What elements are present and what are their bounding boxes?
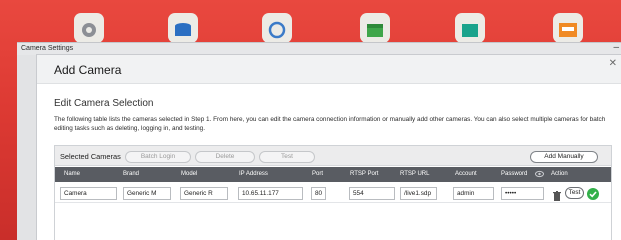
ip-address-input[interactable]: 10.65.11.177 <box>238 187 303 200</box>
check-circle-icon <box>587 187 599 205</box>
window-close-icon[interactable]: – <box>613 43 619 53</box>
account-input[interactable]: admin <box>453 187 494 200</box>
table-row: Camera Generic M Generic R 10.65.11.177 … <box>55 183 611 203</box>
table-header: Name Brand Model IP Address Port RTSP Po… <box>55 167 611 182</box>
store-app-icon[interactable] <box>553 13 583 43</box>
selected-cameras-panel: Selected Cameras Batch Login Delete Test… <box>54 145 612 240</box>
col-action: Action <box>551 171 568 177</box>
col-rtsp-port: RTSP Port <box>350 171 379 177</box>
name-input[interactable]: Camera <box>60 187 117 200</box>
rtsp-url-input[interactable]: /live1.sdp <box>400 187 437 200</box>
col-brand: Brand <box>123 171 140 177</box>
storage-app-icon[interactable] <box>168 13 198 43</box>
dialog-header: Add Camera ✕ <box>37 55 621 84</box>
add-manually-button[interactable]: Add Manually <box>530 151 598 163</box>
eye-icon[interactable] <box>535 170 544 180</box>
batch-login-button[interactable]: Batch Login <box>125 151 191 163</box>
section-title: Edit Camera Selection <box>54 98 154 109</box>
section-description: The following table lists the cameras se… <box>54 116 606 132</box>
calendar-app-icon[interactable] <box>360 13 390 43</box>
files-app-icon[interactable] <box>455 13 485 43</box>
row-test-button[interactable]: Test <box>565 187 584 199</box>
col-model: Model <box>181 171 198 177</box>
model-select[interactable]: Generic R <box>180 187 228 200</box>
close-icon[interactable]: ✕ <box>609 58 617 69</box>
rtsp-port-input[interactable]: 554 <box>349 187 395 200</box>
password-input[interactable]: ••••• <box>501 187 544 200</box>
col-ip-address: IP Address <box>239 171 268 177</box>
col-account: Account <box>455 171 477 177</box>
test-button[interactable]: Test <box>259 151 315 163</box>
add-camera-dialog: Add Camera ✕ Edit Camera Selection The f… <box>36 54 621 240</box>
brand-select[interactable]: Generic M <box>123 187 171 200</box>
delete-button[interactable]: Delete <box>195 151 255 163</box>
dialog-title: Add Camera <box>54 63 122 77</box>
col-name: Name <box>64 171 81 177</box>
settings-app-icon[interactable] <box>74 13 104 43</box>
col-password: Password <box>501 171 528 177</box>
network-app-icon[interactable] <box>262 13 292 43</box>
col-rtsp-url: RTSP URL <box>400 171 430 177</box>
panel-label: Selected Cameras <box>60 152 121 161</box>
panel-toolbar: Selected Cameras Batch Login Delete Test… <box>55 146 611 166</box>
trash-icon[interactable] <box>553 188 561 206</box>
col-port: Port <box>312 171 324 177</box>
port-input[interactable]: 80 <box>311 187 326 200</box>
